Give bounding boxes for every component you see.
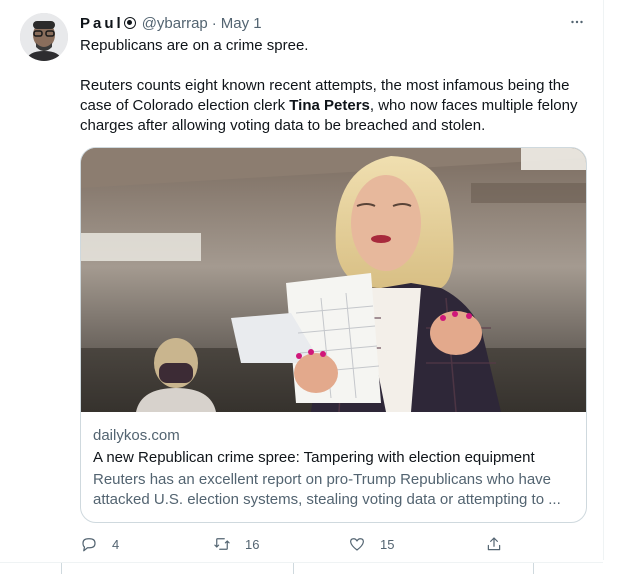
more-button[interactable] (565, 10, 589, 34)
heart-icon (350, 538, 364, 551)
action-bar: 4 16 15 (80, 533, 510, 555)
card-title: A new Republican crime spree: Tampering … (93, 449, 535, 466)
retweet-icon (214, 538, 230, 550)
card-body[interactable]: dailykos.com A new Republican crime spre… (93, 426, 578, 510)
tweet-text: Republicans are on a crime spree. Reuter… (80, 36, 590, 136)
tweet-divider (0, 562, 603, 563)
card-image[interactable] (81, 148, 586, 412)
tweet-text-line1: Republicans are on a crime spree. (80, 37, 309, 54)
tweet-header: Paul @ybarrap · May 1 (80, 13, 262, 33)
card-domain: dailykos.com (93, 427, 180, 444)
share-button[interactable] (485, 533, 503, 555)
tweet-text-paragraph2: Reuters counts eight known recent attemp… (80, 76, 590, 136)
tweet[interactable]: Paul @ybarrap · May 1 Republicans are on… (0, 0, 604, 560)
like-count: 15 (380, 536, 395, 552)
divider-tick (293, 563, 294, 574)
retweet-button[interactable]: 16 (213, 533, 259, 555)
handle[interactable]: @ybarrap (142, 15, 208, 32)
reply-count: 4 (112, 536, 120, 552)
display-name[interactable]: Paul (80, 15, 124, 32)
retweet-count: 16 (245, 536, 260, 552)
dot-separator: · (211, 14, 217, 32)
avatar-image (20, 13, 68, 61)
divider-tick (61, 563, 62, 574)
circle-dot-icon (123, 17, 136, 29)
reply-icon (82, 538, 96, 552)
link-card[interactable]: dailykos.com A new Republican crime spre… (80, 147, 587, 523)
like-button[interactable]: 15 (348, 533, 394, 555)
timestamp[interactable]: May 1 (221, 15, 262, 32)
share-icon (487, 537, 501, 551)
card-description: Reuters has an excellent report on pro-T… (93, 471, 561, 508)
more-dots-icon (571, 20, 583, 24)
reply-button[interactable]: 4 (80, 533, 119, 555)
tweet-text-bold: Tina Peters (289, 97, 370, 114)
divider-tick (533, 563, 534, 574)
avatar[interactable] (20, 13, 68, 61)
